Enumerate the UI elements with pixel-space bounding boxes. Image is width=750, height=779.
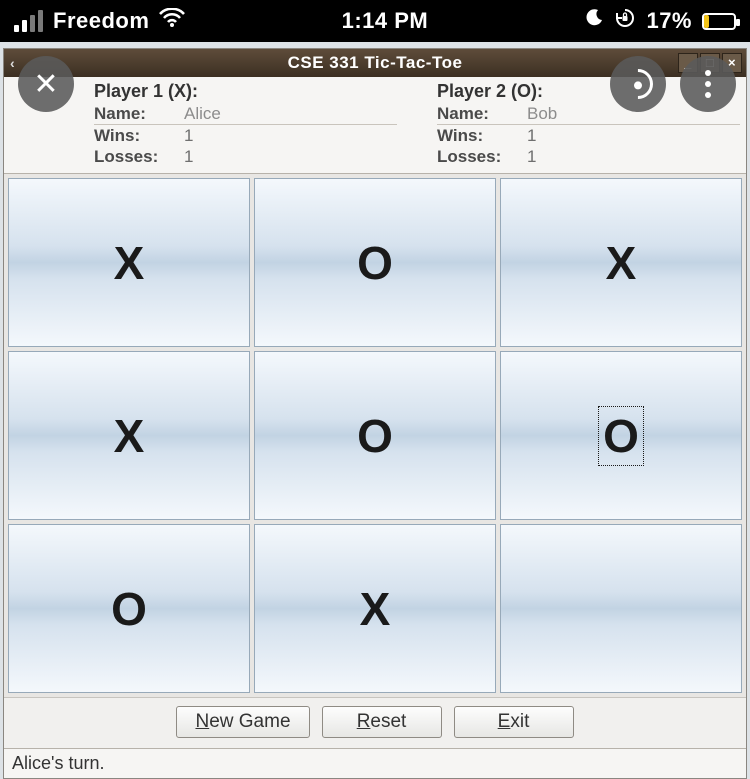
battery-pct-label: 17%: [646, 8, 692, 34]
player1-name-value: Alice: [184, 104, 221, 124]
board-cell-5[interactable]: O: [500, 351, 742, 520]
player2-losses-value: 1: [527, 147, 536, 167]
battery-icon: [702, 13, 736, 30]
overlay-more-button[interactable]: [680, 56, 736, 112]
window-title: CSE 331 Tic-Tac-Toe: [288, 53, 463, 73]
cell-mark: [617, 607, 625, 611]
board-cell-1[interactable]: O: [254, 178, 496, 347]
board-cell-2[interactable]: X: [500, 178, 742, 347]
cell-mark: X: [356, 580, 395, 638]
lens-icon: [617, 63, 659, 105]
player1-name-label: Name:: [94, 104, 184, 124]
orientation-lock-icon: [614, 7, 636, 35]
player2-wins-label: Wins:: [437, 126, 527, 146]
cell-mark: O: [107, 580, 151, 638]
status-label: Alice's turn.: [4, 748, 746, 778]
player2-name-label: Name:: [437, 104, 527, 124]
carrier-label: Freedom: [53, 8, 149, 34]
cell-mark: X: [110, 407, 149, 465]
new-game-button[interactable]: New Game: [176, 706, 309, 738]
player1-heading: Player 1 (X):: [94, 81, 397, 102]
cell-mark: O: [599, 407, 643, 465]
close-icon: ✕: [33, 67, 58, 102]
board-cell-4[interactable]: O: [254, 351, 496, 520]
signal-icon: [14, 10, 43, 32]
exit-button[interactable]: Exit: [454, 706, 574, 738]
cell-mark: O: [353, 407, 397, 465]
player1-wins-value: 1: [184, 126, 193, 146]
board-cell-6[interactable]: O: [8, 524, 250, 693]
game-board: X O X X O O O X: [4, 174, 746, 697]
button-bar: New Game Reset Exit: [4, 697, 746, 748]
cell-mark: O: [353, 234, 397, 292]
player2-losses-label: Losses:: [437, 147, 527, 167]
wifi-icon: [159, 7, 185, 35]
phone-status-left: Freedom: [14, 7, 185, 35]
overlay-lens-button[interactable]: [610, 56, 666, 112]
cell-mark: X: [110, 234, 149, 292]
overlay-close-button[interactable]: ✕: [18, 56, 74, 112]
board-cell-7[interactable]: X: [254, 524, 496, 693]
app-window: ‹ CSE 331 Tic-Tac-Toe _ □ × Player 1 (X)…: [3, 48, 747, 779]
cell-mark: X: [602, 234, 641, 292]
moon-icon: [584, 8, 604, 34]
player2-wins-value: 1: [527, 126, 536, 146]
reset-button[interactable]: Reset: [322, 706, 442, 738]
player2-name-value: Bob: [527, 104, 557, 124]
board-cell-3[interactable]: X: [8, 351, 250, 520]
player1-wins-label: Wins:: [94, 126, 184, 146]
phone-status-right: 17%: [584, 7, 736, 35]
clock-label: 1:14 PM: [342, 8, 429, 34]
player1-losses-value: 1: [184, 147, 193, 167]
board-cell-0[interactable]: X: [8, 178, 250, 347]
board-cell-8[interactable]: [500, 524, 742, 693]
titlebar-back-icon[interactable]: ‹: [10, 55, 15, 71]
phone-status-bar: Freedom 1:14 PM 17%: [0, 0, 750, 42]
more-icon: [705, 70, 711, 98]
player1-losses-label: Losses:: [94, 147, 184, 167]
player1-block: Player 1 (X): Name: Alice Wins: 1 Losses…: [94, 81, 397, 167]
